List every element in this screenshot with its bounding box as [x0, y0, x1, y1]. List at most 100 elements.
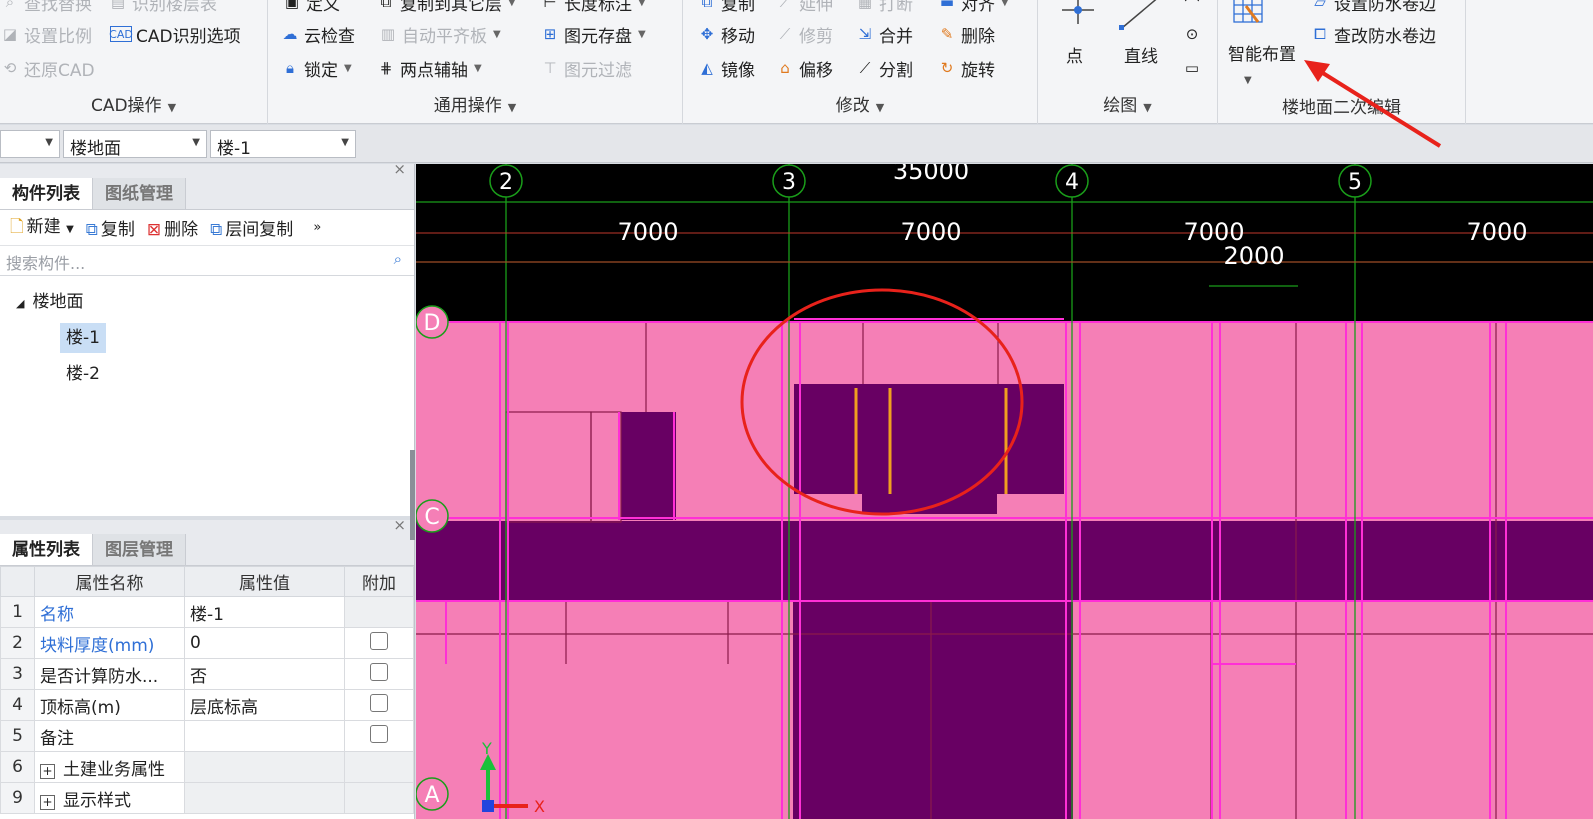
extend-button[interactable]: ⟋ 延伸: [775, 0, 833, 16]
expand-icon[interactable]: +: [40, 794, 55, 810]
collapse-icon[interactable]: ◢: [16, 297, 24, 310]
small-room-selected[interactable]: [621, 412, 676, 520]
close-icon[interactable]: ×: [393, 160, 406, 178]
table-row[interactable]: 4 顶标高(m) 层底标高: [0, 689, 414, 721]
set-scale-button[interactable]: ◪ 设置比例: [0, 20, 92, 48]
table-row[interactable]: 2 块料厚度(mm) 0: [0, 627, 414, 659]
search-icon[interactable]: ⌕: [394, 250, 402, 268]
span-dimension: 7000: [617, 218, 678, 246]
align-button[interactable]: ▬ 对齐 ▼: [937, 0, 1009, 16]
tab-drawing-management[interactable]: 图纸管理: [93, 178, 186, 209]
save-element-button[interactable]: ⊞ 图元存盘 ▼: [540, 20, 646, 48]
break-button[interactable]: ▦ 打断: [855, 0, 913, 16]
define-button[interactable]: ▣ 定义: [282, 0, 340, 16]
new-button[interactable]: 🗋︎ 新建 ▼: [10, 212, 74, 243]
extra-checkbox[interactable]: [370, 693, 388, 712]
floor-copy-button[interactable]: ⧉ 层间复制: [210, 215, 293, 240]
copy-to-other-floor-button[interactable]: ⧉ 复制到其它层 ▼: [376, 0, 516, 16]
restore-cad-button[interactable]: ⟲ 还原CAD: [0, 54, 95, 82]
tree-root-floor[interactable]: ◢ 楼地面: [0, 284, 414, 320]
table-row[interactable]: 9 + 显示样式: [0, 782, 414, 814]
type-select[interactable]: ▼: [0, 130, 60, 158]
axis-bubble-4[interactable]: 4: [1055, 164, 1089, 198]
drawing-canvas[interactable]: 2 3 4 5 D C A 35000 7000 7000 7000 7000 …: [416, 164, 1593, 819]
modify-group-title[interactable]: 修改 ▼: [683, 91, 1037, 116]
delete-button[interactable]: ✎ 删除: [937, 20, 995, 48]
close-icon[interactable]: ×: [393, 516, 406, 534]
length-dim-button[interactable]: ⊢ 长度标注 ▼: [540, 0, 645, 16]
cloud-check-button[interactable]: ☁ 云检查: [280, 20, 356, 48]
axis-bubble-C[interactable]: C: [416, 499, 449, 533]
element-select[interactable]: 楼-1 ▼: [210, 130, 356, 159]
circle-tool-button[interactable]: ⊙: [1182, 20, 1202, 48]
extra-checkbox[interactable]: [370, 662, 388, 681]
copy-component-button[interactable]: ⧉ 复制: [86, 215, 135, 240]
more-tools-icon[interactable]: »: [313, 220, 321, 235]
general-group-title[interactable]: 通用操作 ▼: [268, 91, 682, 116]
tree-item-lou-2[interactable]: 楼-2: [0, 356, 414, 392]
cad-group-title[interactable]: CAD操作 ▼: [0, 91, 267, 116]
table-row[interactable]: 5 备注: [0, 720, 414, 752]
copy-button[interactable]: ⧉ 复制: [697, 0, 755, 16]
smart-layout-button[interactable]: 智能布置: [1228, 38, 1296, 66]
tab-layer-management[interactable]: 图层管理: [93, 534, 186, 565]
new-icon: 🗋︎: [10, 217, 24, 237]
top-elevation-value-field[interactable]: 层底标高: [184, 689, 345, 721]
table-row[interactable]: 6 + 土建业务属性: [0, 751, 414, 783]
split-button[interactable]: ⟋ 分割: [855, 54, 913, 82]
axis-bubble-A[interactable]: A: [416, 777, 449, 811]
lock-button[interactable]: 🔒︎ 锁定 ▼: [280, 54, 352, 82]
name-value-field[interactable]: 楼-1: [184, 596, 345, 628]
tab-component-list[interactable]: 构件列表: [0, 178, 93, 209]
corridor-floor-selected[interactable]: [416, 521, 1593, 601]
element-filter-button[interactable]: ⊤ 图元过滤: [540, 54, 632, 82]
expand-icon[interactable]: +: [40, 763, 55, 779]
offset-button[interactable]: ⌂ 偏移: [775, 54, 833, 82]
chevron-down-icon: ▼: [167, 101, 177, 114]
circled-room-step[interactable]: [862, 492, 997, 514]
circle-icon: ⊙: [1185, 25, 1199, 43]
table-row[interactable]: 3 是否计算防水... 否: [0, 658, 414, 690]
move-button[interactable]: ✥ 移动: [697, 20, 755, 48]
floor-plan-drawing[interactable]: 2 3 4 5 D C A 35000 7000 7000 7000 7000 …: [416, 164, 1593, 819]
mirror-button[interactable]: ◭ 镜像: [697, 54, 755, 82]
rectangle-tool-button[interactable]: ▭: [1182, 54, 1202, 82]
check-waterproof-edge-button[interactable]: ⧠ 查改防水卷边: [1310, 20, 1436, 48]
component-search-input[interactable]: 搜索构件... ⌕: [0, 246, 414, 276]
axis-bubble-3[interactable]: 3: [772, 164, 806, 198]
panel-splitter[interactable]: [410, 450, 415, 540]
waterproof-edge-icon: ▱: [1314, 0, 1326, 11]
auto-align-slab-button[interactable]: ▥ 自动平齐板 ▼: [378, 20, 501, 48]
draw-group-title[interactable]: 绘图 ▼: [1038, 91, 1217, 116]
point-button[interactable]: 点: [1066, 40, 1083, 68]
axis-bubble-5[interactable]: 5: [1338, 164, 1372, 198]
tab-property-list[interactable]: 属性列表: [0, 534, 93, 565]
rotate-button[interactable]: ↻ 旋转: [937, 54, 995, 82]
axis-icon: ⋕: [379, 59, 393, 77]
axis-bubble-D[interactable]: D: [416, 305, 449, 339]
extra-checkbox[interactable]: [370, 724, 388, 743]
svg-text:C: C: [424, 505, 439, 530]
extra-checkbox[interactable]: [370, 631, 388, 650]
two-point-axis-button[interactable]: ⋕ 两点辅轴 ▼: [376, 54, 482, 82]
thickness-value-field[interactable]: 0: [184, 627, 345, 659]
merge-button[interactable]: ⇲ 合并: [855, 20, 913, 48]
circled-room-selected[interactable]: [794, 384, 1064, 494]
arc-tool-button[interactable]: ⌒: [1182, 0, 1202, 18]
floor-copy-icon: ⧉: [210, 220, 223, 240]
line-button[interactable]: 直线: [1124, 40, 1158, 68]
set-waterproof-edge-button[interactable]: ▱ 设置防水卷边: [1310, 0, 1436, 16]
find-replace-button[interactable]: ⌕ 查找替换: [0, 0, 92, 16]
trim-button[interactable]: ⟋ 修剪: [775, 20, 833, 48]
category-select[interactable]: 楼地面 ▼: [63, 130, 207, 159]
general-operations-group: ▣ 定义 ⧉ 复制到其它层 ▼ ⊢ 长度标注 ▼ ☁ 云检查 ▥ 自动平齐板 ▼ ⊞ …: [268, 0, 683, 124]
smart-layout-dropdown[interactable]: ▼: [1244, 66, 1252, 94]
remark-value-field[interactable]: [184, 720, 345, 752]
cad-options-button[interactable]: CAD CAD识别选项: [109, 20, 241, 48]
table-row[interactable]: 1 名称 楼-1: [0, 596, 414, 628]
identify-floor-table-button[interactable]: ▤ 识别楼层表: [108, 0, 217, 16]
delete-component-button[interactable]: ⊠ 删除: [147, 215, 198, 240]
waterproof-value-field[interactable]: 否: [184, 658, 345, 690]
axis-bubble-2[interactable]: 2: [489, 164, 523, 198]
tree-item-lou-1[interactable]: 楼-1: [0, 320, 414, 356]
